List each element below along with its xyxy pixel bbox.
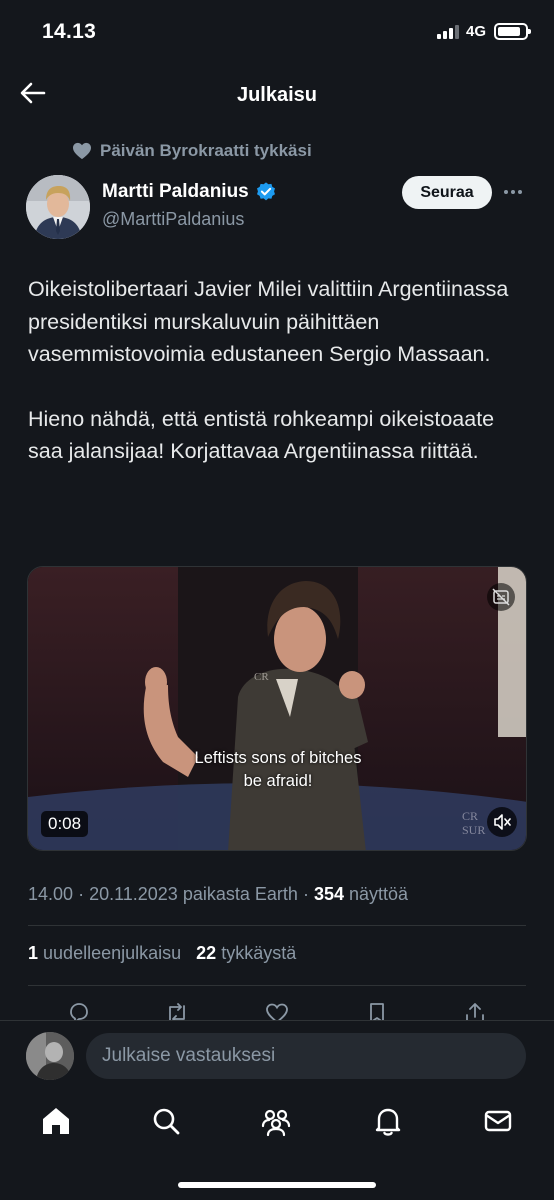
likes-stat[interactable]: 22 tykkäystä: [196, 943, 296, 964]
mute-button[interactable]: [487, 807, 517, 837]
video-duration: 0:08: [41, 811, 89, 837]
like-button[interactable]: [264, 1000, 290, 1020]
reposts-label: uudelleenjulkaisu: [43, 943, 182, 963]
caption-icon: [492, 588, 510, 606]
tweet-location: paikasta Earth: [182, 884, 298, 904]
user-avatar[interactable]: [26, 1032, 74, 1080]
tweet-text: Oikeistolibertaari Javier Milei valittii…: [28, 273, 528, 500]
video-player[interactable]: CR Leftists sons of bitches be afraid! C…: [27, 566, 527, 851]
nav-home[interactable]: [39, 1104, 73, 1138]
search-icon: [153, 1108, 180, 1135]
signal-icon: [437, 25, 459, 39]
reply-icon: [70, 1003, 88, 1020]
video-frame: CR: [28, 567, 526, 850]
author-photo: [26, 175, 90, 239]
author-handle[interactable]: @MarttiPaldanius: [102, 209, 244, 230]
caption-toggle-button[interactable]: [487, 583, 515, 611]
svg-text:CR: CR: [254, 671, 269, 683]
video-caption: Leftists sons of bitches be afraid!: [28, 747, 526, 793]
author-avatar[interactable]: [26, 175, 90, 239]
views-count: 354: [313, 884, 344, 904]
reply-button[interactable]: [66, 1000, 92, 1020]
heart-icon: [73, 142, 91, 160]
share-button[interactable]: [462, 1000, 488, 1020]
bookmark-button[interactable]: [364, 1000, 390, 1020]
tweet-meta: 14.00 · 20.11.2023 paikasta Earth · 354 …: [28, 884, 409, 904]
author-name-text: Martti Paldanius: [102, 181, 249, 202]
watermark-line: SUR: [462, 823, 486, 837]
engagement-stats: 1 uudelleenjulkaisu 22 tykkäystä: [28, 943, 306, 964]
nav-notifications[interactable]: [371, 1104, 405, 1138]
notifications-icon: [375, 1108, 401, 1136]
bookmark-icon: [370, 1003, 384, 1020]
screen: 14.13 4G Julkaisu Päivän Byrokraatti tyk…: [0, 0, 554, 1200]
user-photo: [26, 1032, 74, 1080]
repost-button[interactable]: [164, 1000, 190, 1020]
watermark-line: CR: [462, 809, 479, 823]
reposts-stat[interactable]: 1 uudelleenjulkaisu: [28, 943, 181, 964]
views-label: näyttöä: [349, 884, 409, 904]
social-context[interactable]: Päivän Byrokraatti tykkäsi: [72, 141, 312, 161]
more-icon[interactable]: [504, 185, 528, 199]
messages-icon: [484, 1110, 512, 1132]
follow-button[interactable]: Seuraa: [402, 176, 492, 209]
network-type: 4G: [466, 23, 487, 40]
tweet-date: 20.11.2023: [89, 884, 178, 904]
reposts-count: 1: [28, 943, 39, 963]
video-caption-line: Leftists sons of bitches: [194, 749, 362, 767]
video-caption-line: be afraid!: [243, 772, 313, 790]
communities-icon: [261, 1109, 291, 1137]
nav-messages[interactable]: [481, 1104, 515, 1138]
action-row: [0, 996, 554, 1020]
top-bar: Julkaisu: [0, 64, 554, 126]
home-icon: [43, 1108, 69, 1134]
mute-icon: [494, 814, 511, 830]
reply-bar: Julkaise vastauksesi: [0, 1020, 554, 1090]
home-indicator[interactable]: [178, 1182, 376, 1188]
reply-input[interactable]: Julkaise vastauksesi: [86, 1033, 526, 1079]
like-icon: [266, 1003, 288, 1020]
video-watermark: CR SUR: [462, 809, 485, 837]
likes-count: 22: [196, 943, 217, 963]
tweet-paragraph: Hieno nähdä, että entistä rohkeampi oike…: [28, 406, 495, 464]
divider: [28, 985, 526, 986]
author-name[interactable]: Martti Paldanius: [102, 181, 277, 203]
page-title: Julkaisu: [236, 84, 318, 106]
share-icon: [466, 1003, 484, 1020]
tweet-time: 14.00: [28, 884, 74, 904]
battery-icon: [494, 23, 531, 40]
repost-icon: [169, 1003, 185, 1020]
status-bar: 14.13 4G: [0, 0, 554, 64]
social-context-text: Päivän Byrokraatti tykkäsi: [100, 141, 312, 160]
verified-badge-icon: [256, 182, 275, 201]
likes-label: tykkäystä: [221, 943, 297, 963]
status-time: 14.13: [42, 20, 97, 43]
divider: [28, 925, 526, 926]
tweet-paragraph: Oikeistolibertaari Javier Milei valittii…: [28, 277, 509, 366]
nav-communities[interactable]: [259, 1104, 293, 1138]
nav-search[interactable]: [149, 1104, 183, 1138]
